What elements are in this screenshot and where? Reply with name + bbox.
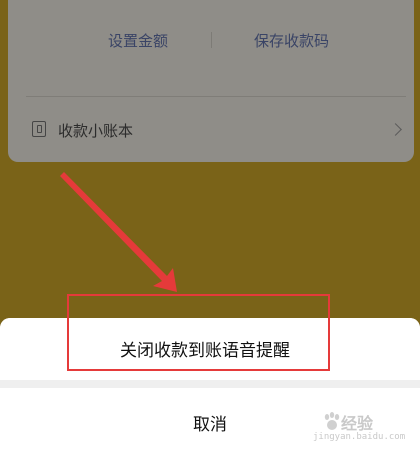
annotation-highlight-box xyxy=(67,294,330,371)
paw-logo-icon xyxy=(324,412,340,430)
ledger-book-icon xyxy=(32,121,46,137)
card-divider xyxy=(26,96,406,97)
watermark-brand-text: 经验 xyxy=(341,414,374,433)
card-actions-row: 设置金额 保存收款码 xyxy=(8,22,414,58)
payment-code-card: 设置金额 保存收款码 收款小账本 xyxy=(8,0,414,162)
chevron-right-icon xyxy=(389,123,402,136)
set-amount-button[interactable]: 设置金额 xyxy=(108,30,168,51)
actions-separator xyxy=(211,32,212,48)
cancel-label: 取消 xyxy=(193,415,227,435)
watermark-url: jingyan.baidu.com xyxy=(313,432,406,442)
sheet-gap xyxy=(0,380,420,388)
save-code-button[interactable]: 保存收款码 xyxy=(254,30,329,51)
baidu-jingyan-watermark: 经验 jingyan.baidu.com xyxy=(305,402,415,450)
ledger-label: 收款小账本 xyxy=(58,122,134,140)
ledger-row[interactable]: 收款小账本 xyxy=(8,112,414,148)
